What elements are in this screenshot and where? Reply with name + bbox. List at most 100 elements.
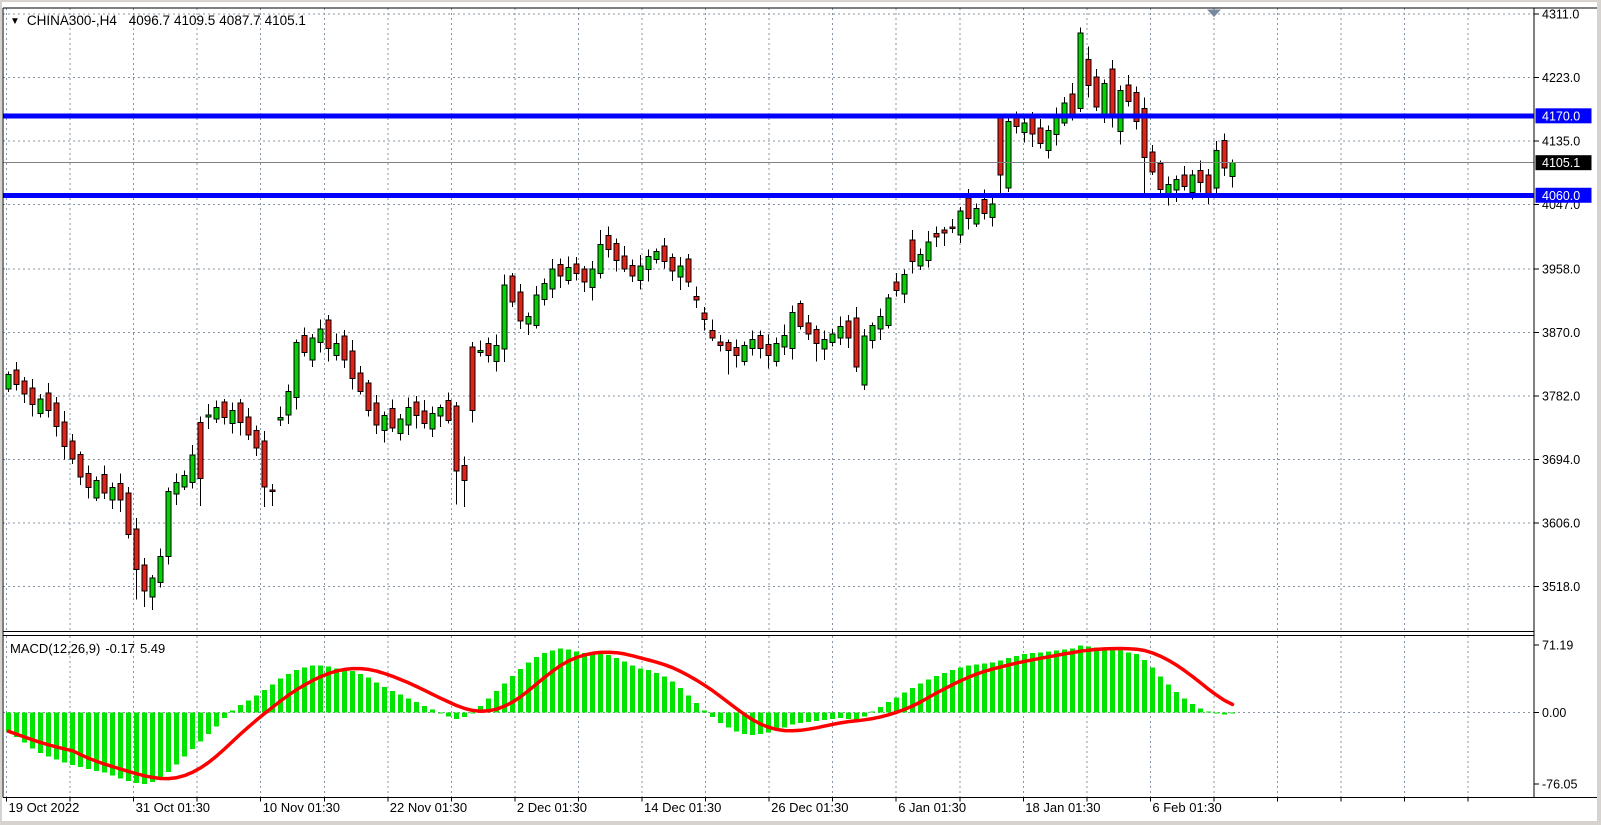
macd-histogram-bar [150,713,155,783]
candle-bear [582,269,587,282]
candle-bear [694,296,699,300]
macd-histogram-bar [366,678,371,713]
macd-histogram-bar [406,698,411,712]
macd-histogram-bar [1190,704,1195,712]
candle-bull [166,491,171,556]
candle-bear [950,227,955,229]
candle-bear [966,198,971,218]
macd-histogram-bar [1110,649,1115,712]
macd-axis-label: 0.00 [1542,706,1566,720]
candle-bull [438,408,443,417]
macd-histogram-bar [574,651,579,712]
candle-bear [102,475,107,493]
macd-histogram-bar [310,665,315,712]
candle-bear [942,230,947,233]
macd-histogram-bar [550,650,555,712]
candle-bull [838,327,843,339]
symbol-marker-icon: ▼ [10,16,20,27]
candle-bear [1198,171,1203,183]
candle-bear [70,441,75,459]
candle-bear [1206,175,1211,194]
macd-histogram-bar [342,669,347,712]
candle-bull [1046,130,1051,150]
candle-bull [206,415,211,417]
macd-histogram-bar [830,713,835,720]
macd-histogram-bar [422,706,427,713]
ohlc-low: 4087.7 [219,13,260,28]
macd-axis-label: -76.05 [1542,778,1577,792]
candle-bull [926,242,931,260]
candle-bull [230,410,235,423]
candle-bear [1222,140,1227,167]
macd-histogram-bar [1046,651,1051,712]
candle-bear [1110,69,1115,117]
candle-bear [454,406,459,471]
candle-bull [1006,122,1011,188]
macd-histogram-bar [710,713,715,718]
candle-bear [518,292,523,321]
macd-histogram-bar [1222,713,1227,715]
candle-bear [662,246,667,262]
macd-histogram-bar [582,653,587,712]
candle-bear [510,276,515,302]
candle-bull [6,374,11,388]
candle-bull [1174,179,1179,190]
candle-bull [310,338,315,360]
macd-histogram-bar [38,713,43,753]
candle-bear [30,388,35,405]
candle-bear [22,381,27,394]
macd-histogram-bar [254,696,259,713]
macd-histogram-bar [790,713,795,725]
macd-histogram-bar [966,665,971,712]
time-axis-label: 6 Feb 01:30 [1152,800,1221,815]
candle-bull [822,340,827,349]
macd-histogram-bar [670,681,675,712]
macd-histogram-bar [1198,709,1203,713]
candle-bear [358,373,363,392]
macd-histogram-bar [942,673,947,713]
candle-bull [38,399,43,413]
symbol-title: CHINA300-,H4 [27,13,117,28]
time-axis-label: 26 Dec 01:30 [771,800,848,815]
candle-bull [590,269,595,288]
candle-bear [446,400,451,420]
candle-bear [982,200,987,214]
candle-bull [1118,91,1123,132]
candle-bear [1070,94,1075,114]
chart-canvas[interactable]: 4311.04223.04135.04047.03958.03870.03782… [0,0,1601,825]
candle-bear [670,257,675,271]
candle-bull [790,312,795,348]
macd-histogram-bar [214,713,219,727]
macd-histogram-bar [182,713,187,757]
candle-bull [526,317,531,324]
macd-histogram-bar [430,710,435,713]
macd-histogram-bar [374,682,379,712]
candle-bear [486,343,491,355]
candle-bull [542,283,547,299]
candle-bull [294,343,299,398]
macd-histogram-bar [590,654,595,712]
candle-bull [870,325,875,340]
candle-bear [734,348,739,356]
macd-histogram-bar [142,713,147,785]
macd-histogram-bar [838,713,843,719]
macd-histogram-bar [1126,652,1131,712]
candle-bear [1086,59,1091,85]
macd-histogram-bar [414,702,419,712]
candle-bear [814,330,819,344]
price-axis-label: 4135.0 [1542,135,1580,149]
candle-bear [1094,77,1099,107]
candle-bear [470,347,475,411]
candle-bull [406,408,411,425]
macd-histogram-bar [1118,650,1123,712]
candle-bull [918,254,923,266]
macd-histogram-bar [358,674,363,713]
candle-bear [846,321,851,338]
macd-histogram-bar [46,713,51,757]
candle-bear [246,417,251,435]
macd-histogram-bar [806,713,811,722]
macd-histogram-bar [662,677,667,713]
macd-histogram-bar [1086,647,1091,713]
macd-histogram-bar [78,713,83,768]
macd-histogram-bar [1102,648,1107,712]
